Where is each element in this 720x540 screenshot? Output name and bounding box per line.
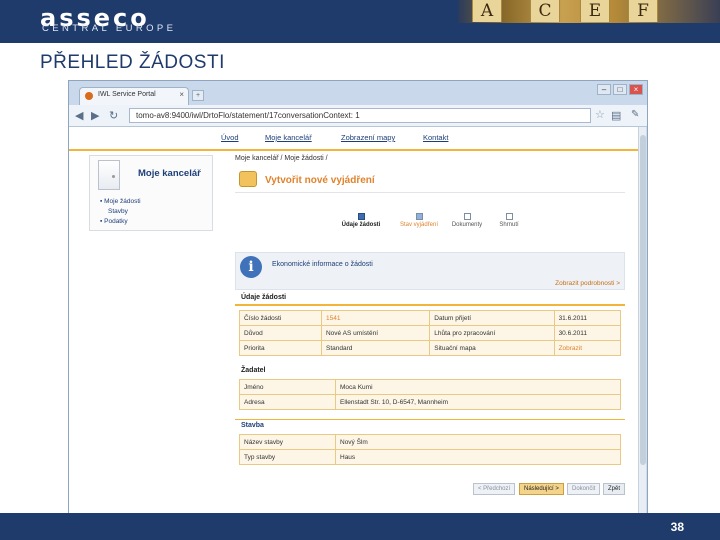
sidebar-title: Moje kancelář (138, 168, 201, 179)
show-map-link[interactable]: Zobrazit (553, 340, 622, 356)
scroll-thumb[interactable] (640, 135, 646, 465)
menu-item-contact[interactable]: Kontakt (423, 133, 448, 142)
page-title-row: Vytvořit nové vyjádření (235, 165, 625, 193)
breadcrumb: Moje kancelář / Moje žádosti / (235, 155, 328, 162)
section-divider (235, 419, 625, 420)
table-row: Priorita Standard Situační mapa Zobrazit (239, 340, 622, 356)
keyboard-key: F (628, 0, 658, 22)
vertical-scrollbar[interactable] (638, 127, 646, 514)
sidebar-item-buildings[interactable]: Stavby (108, 208, 128, 215)
browser-toolbar: ◀ ▶ ↻ tomo-av8:9400/iwl/DrtoFlo/statemen… (69, 105, 647, 127)
building-table: Název stavby Nový Šlm Typ stavby Haus (239, 434, 621, 465)
favicon-icon (85, 92, 93, 100)
menu-item-uvod[interactable]: Úvod (221, 133, 239, 142)
logo-subtitle: CENTRAL EUROPE (42, 23, 177, 34)
wrench-icon[interactable]: ✎ (631, 109, 639, 120)
section-divider (235, 304, 625, 306)
sidebar-panel: Moje kancelář ▪ Moje žádosti Stavby ▪ Po… (89, 155, 213, 231)
table-row: Číslo žádosti 1541 Datum přijetí 31.6.20… (239, 310, 622, 326)
wizard-step-request[interactable]: Údaje žádosti (331, 213, 391, 229)
step-square-icon (415, 213, 423, 220)
keyboard-key: A (472, 0, 502, 22)
close-window-button[interactable]: × (629, 84, 643, 95)
table-row: Název stavby Nový Šlm (239, 434, 621, 450)
footer-band: 38 (0, 513, 720, 540)
menu-item-office[interactable]: Moje kancelář (265, 133, 312, 142)
info-bar: i Ekonomické informace o žádosti Zobrazi… (235, 252, 625, 290)
step-square-icon (505, 213, 513, 220)
finish-button[interactable]: Dokončit (567, 483, 601, 495)
request-section-title: Údaje žádosti (241, 294, 287, 301)
wizard-step-summary[interactable]: Shrnutí (479, 213, 539, 229)
forward-arrow-icon[interactable]: ▶ (91, 109, 99, 122)
page-menu-icon[interactable]: ▤ (611, 109, 621, 122)
new-tab-button[interactable]: + (192, 90, 204, 101)
header-band: asseco CENTRAL EUROPE A C E F (0, 0, 720, 43)
show-details-link[interactable]: Zobrazit podrobnosti > (555, 280, 620, 287)
building-section-title: Stavba (241, 422, 264, 429)
close-tab-icon[interactable]: × (179, 90, 184, 99)
applicant-section-title: Žadatel (241, 367, 266, 374)
top-menu: Úvod Moje kancelář Zobrazení mapy Kontak… (69, 127, 639, 151)
door-icon (98, 160, 120, 190)
tab-strip: IWL Service Portal × + – □ × (69, 81, 647, 105)
sidebar-item-requests[interactable]: ▪ Moje žádosti (100, 198, 141, 205)
applicant-table: Jméno Moca Kumi Adresa Ellenstadt Str. 1… (239, 379, 621, 410)
reload-icon[interactable]: ↻ (109, 109, 118, 122)
table-row: Jméno Moca Kumi (239, 379, 621, 395)
presentation-slide: asseco CENTRAL EUROPE A C E F PŘEHLED ŽÁ… (0, 0, 720, 540)
keyboard-key: C (530, 0, 560, 22)
back-button[interactable]: Zpět (603, 483, 626, 495)
browser-tab[interactable]: IWL Service Portal × (79, 87, 189, 105)
info-icon: i (240, 256, 262, 278)
table-row: Adresa Ellenstadt Str. 10, D-6547, Mannh… (239, 394, 621, 410)
slide-title: PŘEHLED ŽÁDOSTI (40, 52, 225, 73)
previous-button[interactable]: < Předchozí (473, 483, 516, 495)
step-square-icon (463, 213, 471, 220)
menu-item-map[interactable]: Zobrazení mapy (341, 133, 395, 142)
sidebar-item-submissions[interactable]: ▪ Podatky (100, 218, 128, 225)
page-number: 38 (670, 520, 684, 534)
table-row: Typ stavby Haus (239, 449, 621, 465)
bookmark-star-icon[interactable]: ☆ (595, 108, 605, 121)
tab-title: IWL Service Portal (98, 91, 156, 98)
address-bar[interactable]: tomo-av8:9400/iwl/DrtoFlo/statement/17co… (129, 108, 591, 123)
minimize-button[interactable]: – (597, 84, 611, 95)
header-keyboard-photo: A C E F (458, 0, 720, 23)
back-arrow-icon[interactable]: ◀ (75, 109, 83, 122)
request-table: Číslo žádosti 1541 Datum přijetí 31.6.20… (239, 310, 622, 356)
next-button[interactable]: Následující > (519, 483, 564, 495)
document-icon (239, 171, 257, 187)
browser-window: IWL Service Portal × + – □ × ◀ ▶ ↻ tomo-… (68, 80, 648, 515)
info-text: Ekonomické informace o žádosti (272, 261, 373, 268)
maximize-button[interactable]: □ (613, 84, 627, 95)
web-page: Úvod Moje kancelář Zobrazení mapy Kontak… (69, 127, 639, 514)
step-square-icon (357, 213, 365, 220)
table-row: Důvod Nové AS umístění Lhůta pro zpracov… (239, 325, 622, 341)
keyboard-key: E (580, 0, 610, 22)
page-title: Vytvořit nové vyjádření (265, 175, 375, 186)
